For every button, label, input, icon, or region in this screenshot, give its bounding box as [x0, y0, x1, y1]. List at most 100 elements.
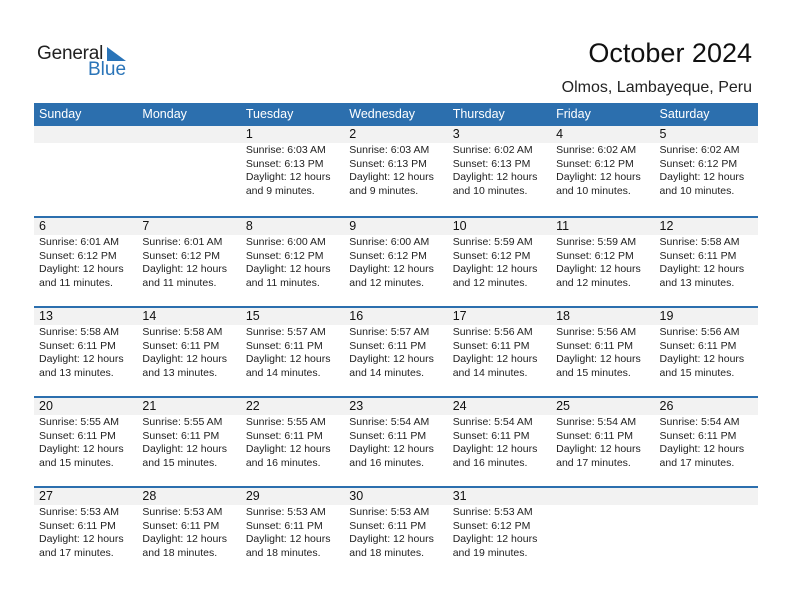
day-number: 12 [654, 218, 758, 235]
sunrise-text: Sunrise: 6:02 AM [452, 144, 533, 156]
minutes-text: and 12 minutes. [349, 276, 424, 289]
day-cell: 7 Sunrise: 6:01 AM Sunset: 6:12 PM Daylight… [137, 218, 241, 306]
daylight-text: Daylight: 12 hours [245, 353, 331, 366]
sunrise-text: Sunrise: 6:02 AM [659, 144, 740, 156]
day-number [137, 126, 241, 143]
weekday-label: Wednesday [349, 107, 416, 121]
day-info: Sunrise: 6:01 AM Sunset: 6:12 PM Daylight:… [34, 235, 137, 290]
day-number: 22 [240, 398, 345, 415]
daylight-text: Daylight: 12 hours [142, 353, 228, 366]
day-number: 27 [34, 488, 138, 505]
minutes-text: and 15 minutes. [39, 456, 114, 469]
day-info: Sunrise: 5:53 AM Sunset: 6:11 PM Daylight:… [34, 505, 137, 560]
daylight-text: Daylight: 12 hours [245, 171, 331, 184]
minutes-text: and 14 minutes. [245, 366, 321, 379]
sunrise-text: Sunrise: 6:00 AM [245, 236, 326, 248]
day-cell: 30 Sunrise: 5:53 AM Sunset: 6:11 PM Dayligh… [344, 488, 448, 576]
daylight-text: Daylight: 12 hours [245, 533, 331, 546]
sunrise-text: Sunrise: 5:57 AM [349, 326, 430, 338]
sunrise-text: Sunrise: 5:57 AM [245, 326, 326, 338]
day-cell: 29 Sunrise: 5:53 AM Sunset: 6:11 PM Dayligh… [240, 488, 345, 576]
day-number: 17 [447, 308, 552, 325]
sunset-text: Sunset: 6:11 PM [659, 339, 737, 352]
sunset-text: Sunset: 6:11 PM [142, 429, 220, 442]
day-info: Sunrise: 5:57 AM Sunset: 6:11 PM Daylight:… [241, 325, 344, 380]
sunrise-text: Sunrise: 5:56 AM [659, 326, 740, 338]
day-number: 8 [240, 218, 345, 235]
sunrise-text: Sunrise: 5:54 AM [452, 416, 533, 428]
day-info: Sunrise: 5:57 AM Sunset: 6:11 PM Daylight:… [344, 325, 447, 380]
day-cell: 19 Sunrise: 5:56 AM Sunset: 6:11 PM Dayligh… [654, 308, 758, 396]
day-info: Sunrise: 5:54 AM Sunset: 6:11 PM Daylight:… [448, 415, 551, 470]
sunrise-text: Sunrise: 5:55 AM [142, 416, 223, 428]
calendar-weeks: 1 Sunrise: 6:03 AM Sunset: 6:13 PM Daylight… [34, 126, 758, 576]
minutes-text: and 17 minutes. [556, 456, 631, 469]
day-info: Sunrise: 6:03 AM Sunset: 6:13 PM Daylight:… [344, 143, 447, 198]
day-info: Sunrise: 6:02 AM Sunset: 6:13 PM Daylight:… [448, 143, 551, 198]
day-info: Sunrise: 5:59 AM Sunset: 6:12 PM Daylight:… [551, 235, 654, 290]
minutes-text: and 9 minutes. [245, 184, 315, 197]
location-subtitle: Olmos, Lambayeque, Peru [561, 79, 752, 96]
day-cell: 28 Sunrise: 5:53 AM Sunset: 6:11 PM Dayligh… [137, 488, 241, 576]
sunrise-text: Sunrise: 5:59 AM [556, 236, 637, 248]
sunset-text: Sunset: 6:11 PM [349, 519, 427, 532]
daylight-text: Daylight: 12 hours [556, 263, 641, 276]
sunrise-text: Sunrise: 5:56 AM [556, 326, 637, 338]
day-cell: 5 Sunrise: 6:02 AM Sunset: 6:12 PM Daylight… [654, 126, 758, 216]
sunset-text: Sunset: 6:11 PM [452, 429, 530, 442]
minutes-text: and 14 minutes. [452, 366, 528, 379]
day-cell: 1 Sunrise: 6:03 AM Sunset: 6:13 PM Daylight… [240, 126, 345, 216]
sunrise-text: Sunrise: 6:03 AM [245, 144, 326, 156]
weekday-label: Saturday [659, 107, 710, 121]
day-number: 24 [447, 398, 552, 415]
sunrise-text: Sunrise: 5:53 AM [245, 506, 326, 518]
week-row: 20 Sunrise: 5:55 AM Sunset: 6:11 PM Dayligh… [34, 396, 758, 486]
day-info: Sunrise: 5:53 AM Sunset: 6:11 PM Daylight:… [344, 505, 447, 560]
sunrise-text: Sunrise: 5:55 AM [245, 416, 326, 428]
daylight-text: Daylight: 12 hours [452, 353, 538, 366]
empty-day-cell [137, 126, 241, 216]
minutes-text: and 10 minutes. [659, 184, 735, 197]
sunrise-text: Sunrise: 6:02 AM [556, 144, 637, 156]
day-cell: 16 Sunrise: 5:57 AM Sunset: 6:11 PM Dayligh… [344, 308, 448, 396]
day-info: Sunrise: 5:54 AM Sunset: 6:11 PM Daylight:… [344, 415, 447, 470]
daylight-text: Daylight: 12 hours [452, 443, 538, 456]
weekday-label: Thursday [452, 107, 505, 121]
day-number: 28 [137, 488, 241, 505]
day-info [34, 143, 137, 144]
day-info: Sunrise: 6:00 AM Sunset: 6:12 PM Daylight:… [344, 235, 447, 290]
daylight-text: Daylight: 12 hours [349, 443, 434, 456]
daylight-text: Daylight: 12 hours [39, 353, 124, 366]
sunrise-text: Sunrise: 5:59 AM [452, 236, 533, 248]
day-cell: 9 Sunrise: 6:00 AM Sunset: 6:12 PM Daylight… [344, 218, 448, 306]
sunrise-text: Sunrise: 5:54 AM [556, 416, 637, 428]
daylight-text: Daylight: 12 hours [245, 443, 331, 456]
day-cell: 15 Sunrise: 5:57 AM Sunset: 6:11 PM Dayligh… [240, 308, 345, 396]
week-row: 13 Sunrise: 5:58 AM Sunset: 6:11 PM Dayligh… [34, 306, 758, 396]
day-cell: 4 Sunrise: 6:02 AM Sunset: 6:12 PM Daylight… [551, 126, 655, 216]
day-info [655, 505, 758, 506]
weekday-label: Friday [556, 107, 591, 121]
sunset-text: Sunset: 6:11 PM [349, 339, 427, 352]
daylight-text: Daylight: 12 hours [39, 263, 124, 276]
day-number: 4 [551, 126, 655, 143]
sunrise-text: Sunrise: 6:01 AM [142, 236, 223, 248]
sunset-text: Sunset: 6:12 PM [349, 249, 427, 262]
day-info: Sunrise: 5:58 AM Sunset: 6:11 PM Daylight:… [655, 235, 758, 290]
daylight-text: Daylight: 12 hours [659, 263, 745, 276]
daylight-text: Daylight: 12 hours [452, 533, 538, 546]
sunrise-text: Sunrise: 5:55 AM [39, 416, 119, 428]
daylight-text: Daylight: 12 hours [659, 353, 745, 366]
day-number: 11 [551, 218, 655, 235]
day-number [551, 488, 655, 505]
sunrise-text: Sunrise: 5:58 AM [659, 236, 740, 248]
sunrise-text: Sunrise: 6:01 AM [39, 236, 119, 248]
minutes-text: and 17 minutes. [659, 456, 735, 469]
sunrise-text: Sunrise: 5:56 AM [452, 326, 533, 338]
day-cell: 31 Sunrise: 5:53 AM Sunset: 6:12 PM Dayligh… [447, 488, 552, 576]
day-number: 3 [447, 126, 552, 143]
day-info: Sunrise: 6:01 AM Sunset: 6:12 PM Daylight:… [137, 235, 240, 290]
daylight-text: Daylight: 12 hours [452, 171, 538, 184]
day-info: Sunrise: 5:56 AM Sunset: 6:11 PM Daylight:… [655, 325, 758, 380]
minutes-text: and 19 minutes. [452, 546, 528, 559]
